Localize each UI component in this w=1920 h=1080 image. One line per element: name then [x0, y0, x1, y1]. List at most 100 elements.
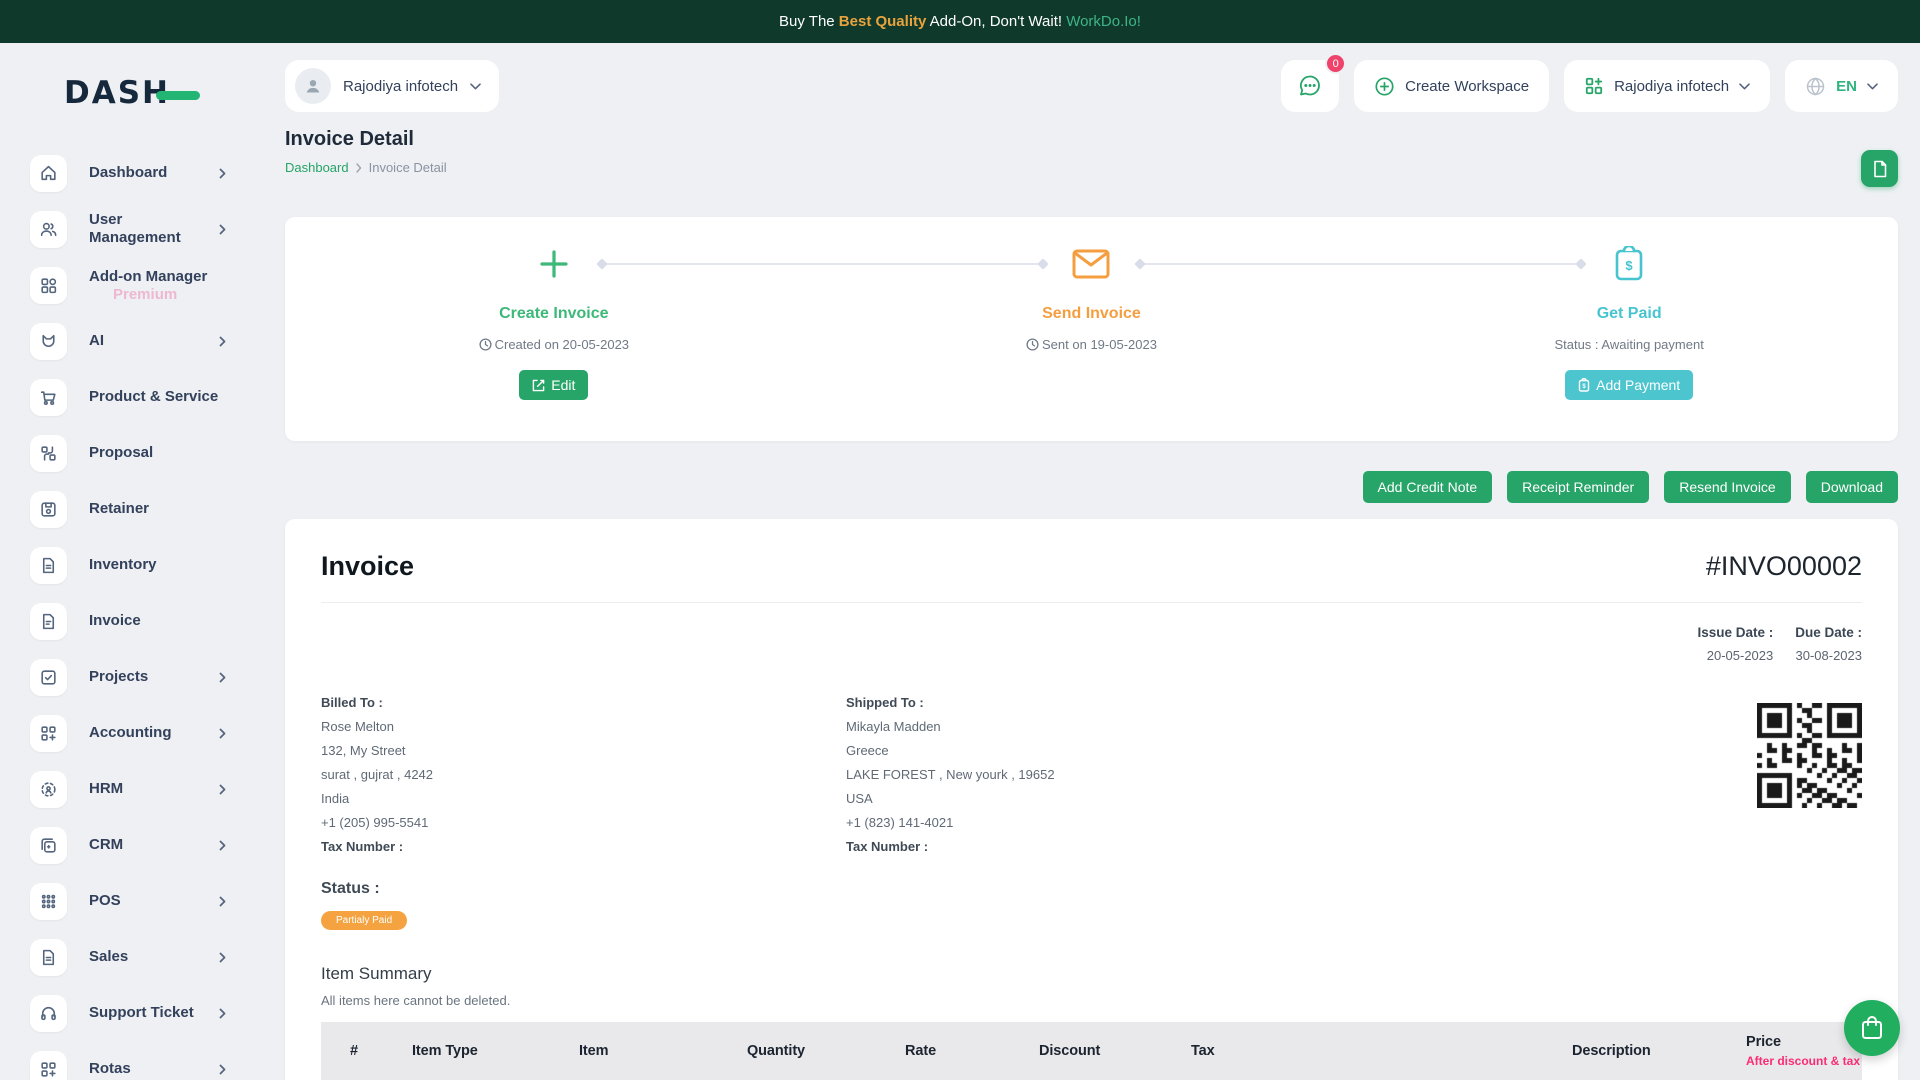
crm-copy-icon	[30, 827, 67, 864]
invoice-number: #INVO00002	[1706, 551, 1862, 582]
sidebar-item-projects[interactable]: Projects	[30, 649, 270, 705]
sidebar-item-sales[interactable]: Sales	[30, 929, 270, 985]
step-subtitle: Sent on 19-05-2023	[1026, 337, 1157, 352]
chevron-right-icon	[219, 728, 226, 739]
check-square-icon	[30, 659, 67, 696]
qr-code	[1757, 695, 1862, 854]
table-header: # Item Type Item Quantity Rate Discount …	[321, 1022, 1862, 1080]
sidebar-item-ai[interactable]: AI	[30, 313, 270, 369]
promo-banner: Buy The Best Quality Add-On, Don't Wait!…	[0, 0, 1920, 43]
sidebar-item-inventory[interactable]: Inventory	[30, 537, 270, 593]
sidebar-item-rotas[interactable]: Rotas	[30, 1041, 270, 1080]
sidebar-item-user-management[interactable]: User Management	[30, 201, 270, 257]
chevron-right-icon	[219, 1064, 226, 1075]
billed-to-block: Billed To : Rose Melton 132, My Street s…	[321, 695, 846, 854]
rotas-grid-icon	[30, 1051, 67, 1080]
sales-document-icon	[30, 939, 67, 976]
app-logo[interactable]: DASH	[64, 75, 270, 111]
chevron-right-icon	[219, 1008, 226, 1019]
pencil-icon	[532, 379, 545, 392]
sidebar-item-dashboard[interactable]: Dashboard	[30, 145, 270, 201]
step-title: Send Invoice	[1042, 305, 1141, 323]
chevron-right-icon	[219, 672, 226, 683]
issue-date: Issue Date : 20-05-2023	[1697, 625, 1773, 663]
headset-icon	[30, 995, 67, 1032]
sidebar-item-support-ticket[interactable]: Support Ticket	[30, 985, 270, 1041]
download-button[interactable]: Download	[1806, 471, 1898, 503]
chevron-right-icon	[219, 840, 226, 851]
breadcrumb: Dashboard Invoice Detail	[285, 160, 447, 175]
chevron-right-icon	[219, 952, 226, 963]
resend-invoice-button[interactable]: Resend Invoice	[1664, 471, 1791, 503]
step-title: Get Paid	[1597, 305, 1662, 323]
chevron-right-icon	[219, 336, 226, 347]
sidebar-item-hrm[interactable]: HRM	[30, 761, 270, 817]
sidebar-item-pos[interactable]: POS	[30, 873, 270, 929]
create-workspace-button[interactable]: Create Workspace	[1354, 60, 1549, 112]
invoice-document-icon	[30, 603, 67, 640]
sidebar-item-proposal[interactable]: Proposal	[30, 425, 270, 481]
receipt-reminder-button[interactable]: Receipt Reminder	[1507, 471, 1649, 503]
status-badge: Partialy Paid	[321, 911, 407, 930]
chevron-down-icon	[1739, 83, 1750, 90]
top-header: Rajodiya infotech 0 Create Workspace Raj…	[285, 60, 1898, 112]
chevron-right-icon	[219, 168, 226, 179]
logo-text: DASH	[64, 75, 170, 111]
divider	[321, 602, 1862, 603]
status-block: Status : Partialy Paid	[321, 880, 1862, 930]
price-subheader: After discount & tax	[1746, 1054, 1862, 1068]
premium-badge: Premium	[113, 286, 207, 303]
breadcrumb-link-dashboard[interactable]: Dashboard	[285, 160, 349, 175]
invoice-card: Invoice #INVO00002 Issue Date : 20-05-20…	[285, 519, 1898, 1080]
sidebar-item-addon-manager[interactable]: Add-on Manager Premium	[30, 257, 270, 313]
svg-text:$: $	[1582, 384, 1586, 390]
sidebar-item-invoice[interactable]: Invoice	[30, 593, 270, 649]
home-icon	[30, 155, 67, 192]
shopping-bag-icon	[1860, 1015, 1884, 1041]
banner-text-2: Add-On, Don't Wait!	[926, 13, 1066, 30]
add-credit-note-button[interactable]: Add Credit Note	[1363, 471, 1493, 503]
export-invoice-button[interactable]	[1861, 150, 1898, 187]
invoice-timeline-card: Create Invoice Created on 20-05-2023 Edi…	[285, 217, 1898, 441]
edit-button[interactable]: Edit	[519, 370, 588, 400]
page-heading-block: Invoice Detail Dashboard Invoice Detail	[285, 128, 447, 175]
document-icon	[1872, 160, 1888, 178]
status-label: Status :	[321, 880, 1862, 898]
sidebar-item-retainer[interactable]: Retainer	[30, 481, 270, 537]
floppy-icon	[30, 491, 67, 528]
item-summary-note: All items here cannot be deleted.	[321, 993, 1862, 1008]
chevron-right-icon	[219, 224, 226, 235]
sidebar-item-crm[interactable]: CRM	[30, 817, 270, 873]
page-title: Invoice Detail	[285, 128, 447, 151]
chat-icon	[1297, 73, 1323, 99]
clipboard-dollar-icon: $	[1614, 243, 1644, 285]
banner-workdo-link[interactable]: WorkDo.Io!	[1066, 13, 1141, 30]
logo-dash-shape	[156, 91, 200, 100]
add-payment-button[interactable]: $ Add Payment	[1565, 370, 1693, 400]
item-summary-title: Item Summary	[321, 964, 1862, 984]
step-send-invoice: Send Invoice Sent on 19-05-2023	[823, 243, 1361, 441]
price-header: Price After discount & tax	[1746, 1034, 1862, 1068]
language-selector[interactable]: EN	[1785, 60, 1898, 112]
chat-button[interactable]: 0	[1281, 60, 1339, 112]
avatar	[295, 68, 331, 104]
plus-icon	[538, 243, 570, 285]
shipped-to-block: Shipped To : Mikayla Madden Greece LAKE …	[846, 695, 1371, 854]
proposal-icon	[30, 435, 67, 472]
step-title: Create Invoice	[499, 305, 608, 323]
envelope-icon	[1072, 243, 1110, 285]
sidebar-item-accounting[interactable]: Accounting	[30, 705, 270, 761]
grid-icon	[30, 267, 67, 304]
document-icon	[30, 547, 67, 584]
svg-text:$: $	[1626, 258, 1634, 273]
step-create-invoice: Create Invoice Created on 20-05-2023 Edi…	[285, 243, 823, 441]
plus-circle-icon	[1374, 76, 1395, 97]
floating-cart-button[interactable]	[1844, 1000, 1900, 1056]
workspace-selector[interactable]: Rajodiya infotech	[285, 60, 499, 112]
sidebar-item-product-service[interactable]: Product & Service	[30, 369, 270, 425]
due-date: Due Date : 30-08-2023	[1795, 625, 1862, 663]
account-workspace-selector[interactable]: Rajodiya infotech	[1564, 60, 1770, 112]
breadcrumb-current: Invoice Detail	[369, 160, 447, 175]
clipboard-icon: $	[1578, 378, 1590, 392]
hrm-icon	[30, 771, 67, 808]
